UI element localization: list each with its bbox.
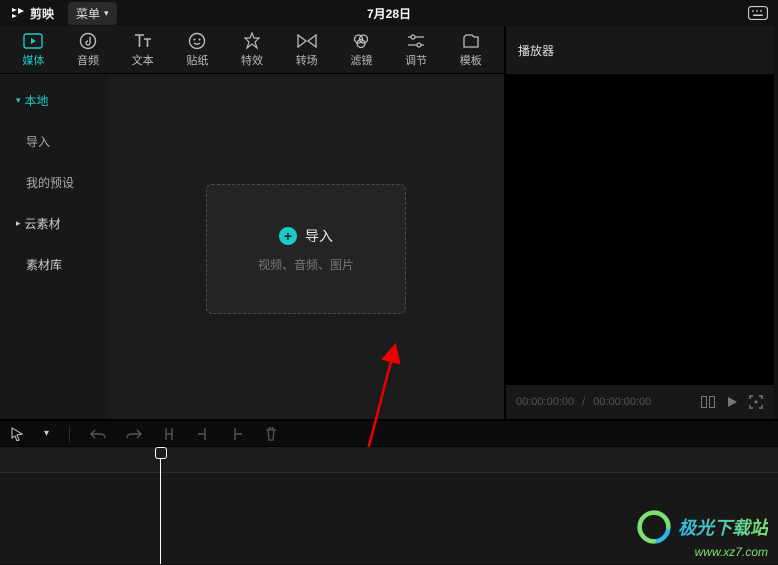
tab-transition[interactable]: 转场	[279, 26, 334, 73]
menu-label: 菜单	[76, 5, 100, 22]
import-hint: 视频、音频、图片	[258, 256, 354, 273]
timecode-duration: 00:00:00:00	[593, 396, 651, 408]
effects-icon	[242, 32, 262, 50]
pointer-tool-icon[interactable]	[10, 427, 24, 441]
timeline-tracks[interactable]	[0, 473, 778, 564]
tab-sticker[interactable]: 贴纸	[170, 26, 225, 73]
sticker-icon	[187, 32, 207, 50]
tab-template[interactable]: 模板	[443, 26, 498, 73]
sidebar-item-library[interactable]: 素材库	[0, 244, 108, 285]
tab-adjust[interactable]: 调节	[389, 26, 444, 73]
chevron-down-icon[interactable]: ▾	[44, 428, 49, 439]
transition-icon	[297, 32, 317, 50]
redo-icon[interactable]	[126, 428, 142, 440]
import-label: 导入	[305, 226, 333, 246]
tab-effects[interactable]: 特效	[225, 26, 280, 73]
timeline[interactable]	[0, 447, 778, 564]
audio-icon	[78, 32, 98, 50]
tab-label: 调节	[405, 52, 427, 68]
app-name: 剪映	[30, 5, 54, 22]
media-icon	[23, 32, 43, 50]
sidebar-item-label: 云素材	[25, 215, 61, 232]
filter-icon	[351, 32, 371, 50]
caret-right-icon: ▸	[16, 218, 21, 229]
play-icon[interactable]	[724, 394, 740, 410]
undo-icon[interactable]	[90, 428, 106, 440]
player-viewport	[506, 74, 774, 385]
tab-label: 转场	[296, 52, 318, 68]
player-title: 播放器	[506, 26, 774, 74]
import-dropzone[interactable]: + 导入 视频、音频、图片	[206, 184, 406, 314]
app-logo-icon	[10, 5, 26, 21]
chevron-down-icon: ▾	[104, 8, 109, 19]
tab-label: 贴纸	[186, 52, 208, 68]
sidebar-item-label: 我的预设	[26, 174, 74, 191]
adjust-icon	[406, 32, 426, 50]
tab-filter[interactable]: 滤镜	[334, 26, 389, 73]
tab-label: 媒体	[22, 52, 44, 68]
tab-text[interactable]: 文本	[115, 26, 170, 73]
keyboard-shortcut-icon[interactable]	[748, 6, 768, 20]
split-icon[interactable]	[162, 427, 176, 441]
sidebar-item-cloud[interactable]: ▸ 云素材	[0, 203, 108, 244]
tab-label: 特效	[241, 52, 263, 68]
timecode-current: 00:00:00:00	[516, 396, 574, 408]
cut-left-icon[interactable]	[196, 427, 210, 441]
sidebar-item-local[interactable]: ▾ 本地	[0, 80, 108, 121]
timeline-ruler[interactable]	[0, 447, 778, 473]
separator	[69, 426, 70, 442]
ratio-icon[interactable]	[700, 394, 716, 410]
menu-button[interactable]: 菜单 ▾	[68, 2, 117, 25]
fullscreen-icon[interactable]	[748, 394, 764, 410]
sidebar-item-label: 本地	[25, 92, 49, 109]
tab-label: 滤镜	[350, 52, 372, 68]
plus-icon: +	[279, 227, 297, 245]
text-icon	[133, 32, 153, 50]
tab-audio[interactable]: 音频	[61, 26, 116, 73]
playhead[interactable]	[160, 447, 161, 564]
tab-media[interactable]: 媒体	[6, 26, 61, 73]
sidebar-item-label: 导入	[26, 133, 50, 150]
tab-label: 音频	[77, 52, 99, 68]
template-icon	[461, 32, 481, 50]
delete-icon[interactable]	[264, 427, 278, 441]
sidebar-item-label: 素材库	[26, 256, 62, 273]
timecode-separator: /	[582, 396, 585, 408]
sidebar-item-presets[interactable]: 我的预设	[0, 162, 108, 203]
project-date: 7月28日	[367, 5, 411, 22]
cut-right-icon[interactable]	[230, 427, 244, 441]
tab-label: 文本	[132, 52, 154, 68]
tab-label: 模板	[460, 52, 482, 68]
sidebar-item-import[interactable]: 导入	[0, 121, 108, 162]
caret-down-icon: ▾	[16, 95, 21, 106]
